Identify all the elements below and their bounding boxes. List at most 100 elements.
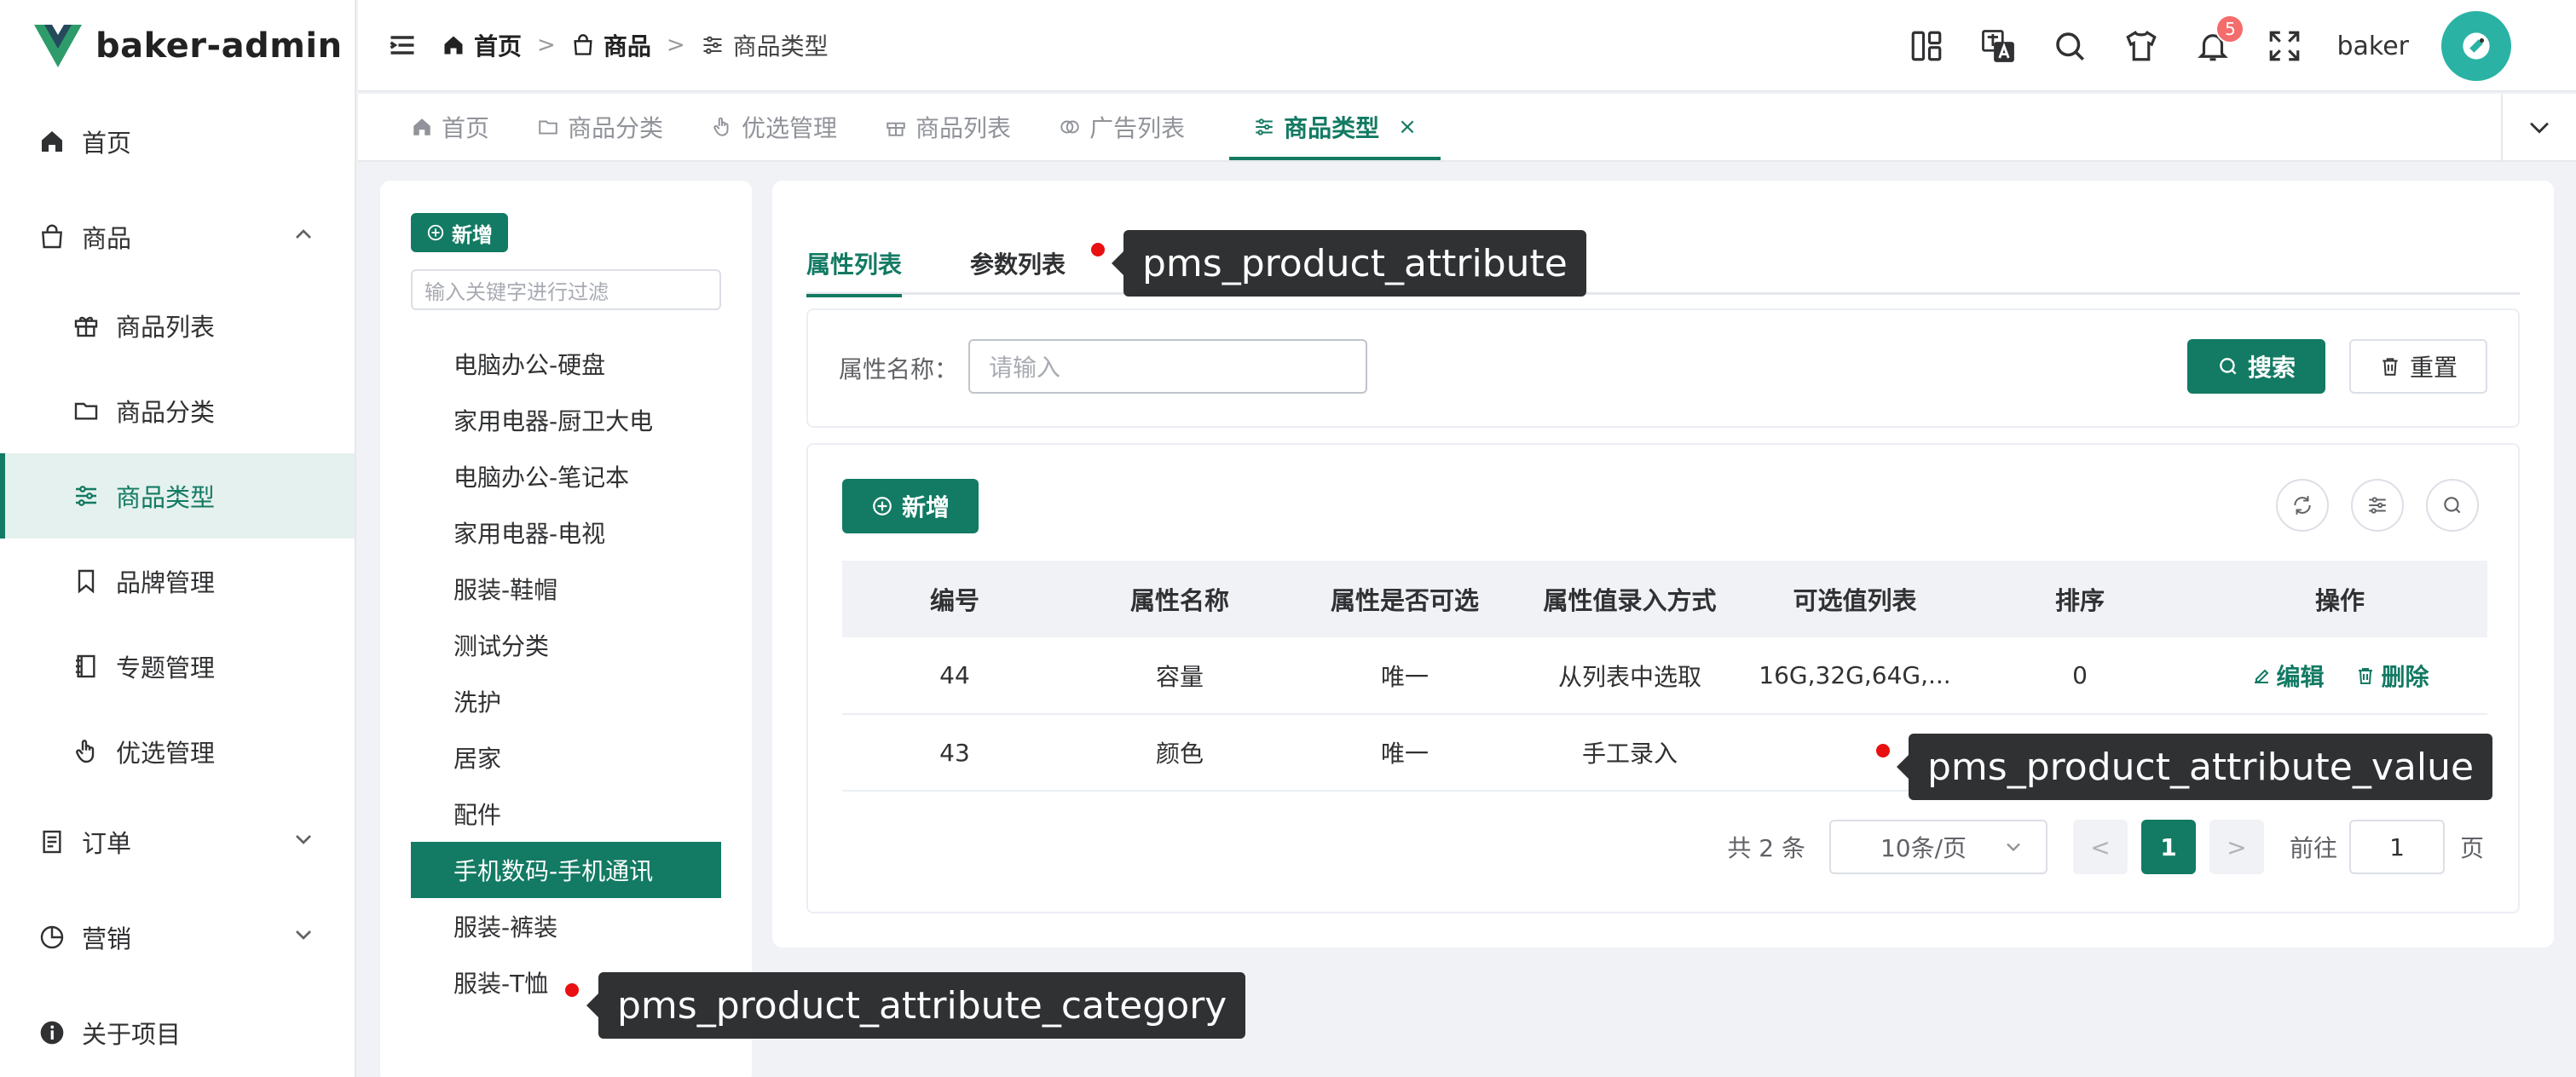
breadcrumb-separator: > bbox=[537, 32, 556, 58]
plus-circle-icon bbox=[427, 224, 444, 241]
search-toggle-icon[interactable] bbox=[2426, 479, 2479, 532]
page-jump-input[interactable]: 1 bbox=[2348, 820, 2445, 874]
shirt-icon[interactable] bbox=[2122, 26, 2161, 66]
sidebar-item-orders[interactable]: 订单 bbox=[0, 794, 355, 890]
column-header: 编号 bbox=[842, 561, 1067, 637]
attribute-tabs: 属性列表 参数列表 bbox=[806, 232, 2520, 297]
attribute-table-card: 新增 编号 属性名称 属性是否可选 属性值录入方式 可选值列表 排序 操作 44 bbox=[806, 443, 2520, 913]
pagination-total: 共 2 条 bbox=[1727, 834, 1805, 862]
bookmark-icon bbox=[72, 567, 101, 596]
sidebar-item-marketing[interactable]: 营销 bbox=[0, 890, 355, 985]
breadcrumb: 首页 > 商品 > 商品类型 bbox=[442, 28, 829, 62]
sidebar-item-topic[interactable]: 专题管理 bbox=[0, 624, 355, 709]
next-page-button[interactable]: > bbox=[2209, 820, 2264, 874]
tags-dropdown-icon[interactable] bbox=[2501, 94, 2576, 160]
sidebar-item-product-type[interactable]: 商品类型 bbox=[0, 453, 355, 538]
sliders-icon bbox=[703, 36, 722, 55]
breadcrumb-products[interactable]: 商品 bbox=[571, 28, 651, 62]
tree-item[interactable]: 居家 bbox=[411, 729, 721, 786]
pie-chart-icon bbox=[38, 923, 66, 952]
prev-page-button[interactable]: < bbox=[2072, 820, 2128, 874]
tree-item[interactable]: 洗护 bbox=[411, 673, 721, 729]
tag-product-list[interactable]: 商品列表 bbox=[861, 94, 1035, 160]
breadcrumb-label: 首页 bbox=[474, 32, 523, 60]
edit-button[interactable]: 编辑 bbox=[2251, 659, 2325, 693]
search-button[interactable]: 搜索 bbox=[2187, 339, 2325, 394]
add-attribute-button[interactable]: 新增 bbox=[842, 479, 979, 533]
cell-input-type: 从列表中选取 bbox=[1517, 637, 1742, 715]
annotation-tooltip: pms_product_attribute bbox=[1112, 230, 1586, 297]
tag-label: 首页 bbox=[442, 114, 490, 142]
sidebar-item-label: 营销 bbox=[82, 924, 132, 953]
column-header: 排序 bbox=[1967, 561, 2192, 637]
sidebar-item-product-list[interactable]: 商品列表 bbox=[0, 283, 355, 368]
page-size-value: 10条/页 bbox=[1880, 834, 1967, 862]
search-button-label: 搜索 bbox=[2247, 354, 2296, 382]
cell-input-type: 手工录入 bbox=[1517, 714, 1742, 792]
search-icon bbox=[2220, 358, 2237, 375]
sidebar-item-home[interactable]: 首页 bbox=[0, 92, 355, 191]
tag-product-type[interactable]: 商品类型 × bbox=[1229, 94, 1441, 160]
username[interactable]: baker bbox=[2336, 32, 2409, 61]
tree-item[interactable]: 电脑办公-笔记本 bbox=[411, 448, 721, 504]
delete-button[interactable]: 删除 bbox=[2355, 659, 2429, 693]
sidebar-item-products[interactable]: 商品 bbox=[0, 191, 355, 283]
tag-product-category[interactable]: 商品分类 bbox=[513, 94, 687, 160]
chevron-up-icon bbox=[290, 221, 317, 253]
translate-icon[interactable] bbox=[1978, 26, 2018, 66]
tags-view: 首页 商品分类 优选管理 商品列表 广告列表 商品类型 × bbox=[358, 94, 2576, 162]
page-size-select[interactable]: 10条/页 bbox=[1828, 820, 2048, 874]
sidebar-item-about[interactable]: 关于项目 bbox=[0, 985, 355, 1077]
tab-param-list[interactable]: 参数列表 bbox=[970, 232, 1066, 295]
tree-item-selected[interactable]: 手机数码-手机通讯 bbox=[411, 842, 721, 898]
menu-toggle-icon[interactable] bbox=[385, 28, 419, 62]
columns-settings-icon[interactable] bbox=[2351, 479, 2404, 532]
close-icon[interactable]: × bbox=[1398, 114, 1417, 140]
tree-item[interactable]: 测试分类 bbox=[411, 617, 721, 673]
logo[interactable]: baker-admin bbox=[0, 0, 355, 92]
reset-button[interactable]: 重置 bbox=[2349, 339, 2487, 394]
breadcrumb-product-type: 商品类型 bbox=[701, 28, 829, 62]
sidebar-item-label: 商品分类 bbox=[116, 398, 216, 427]
tag-preferred[interactable]: 优选管理 bbox=[687, 94, 861, 160]
tree-add-button[interactable]: 新增 bbox=[411, 213, 508, 252]
tree-item[interactable]: 家用电器-厨卫大电 bbox=[411, 392, 721, 448]
breadcrumb-home[interactable]: 首页 bbox=[442, 28, 522, 62]
attribute-name-input[interactable]: 请输入 bbox=[968, 339, 1367, 394]
ad-icon bbox=[1060, 120, 1079, 134]
tree-item[interactable]: 配件 bbox=[411, 786, 721, 842]
delete-label: 删除 bbox=[2381, 662, 2429, 691]
column-header: 可选值列表 bbox=[1742, 561, 1967, 637]
cell-name: 颜色 bbox=[1067, 714, 1292, 792]
tag-ad-list[interactable]: 广告列表 bbox=[1035, 94, 1209, 160]
refresh-icon[interactable] bbox=[2276, 479, 2329, 532]
sidebar-item-label: 首页 bbox=[82, 129, 132, 158]
sidebar-item-label: 品牌管理 bbox=[116, 568, 216, 597]
cell-actions: 编辑 删除 bbox=[2192, 637, 2487, 715]
tree-item[interactable]: 电脑办公-硬盘 bbox=[411, 336, 721, 392]
sliders-icon bbox=[1256, 118, 1273, 135]
chevron-down-icon bbox=[290, 826, 317, 858]
search-icon[interactable] bbox=[2050, 26, 2089, 66]
tag-label: 商品类型 bbox=[1284, 114, 1380, 142]
cell-values: 16G,32G,64G,... bbox=[1742, 637, 1967, 715]
tree-filter-input[interactable]: 输入关键字进行过滤 bbox=[411, 269, 721, 310]
cell-optional: 唯一 bbox=[1292, 714, 1517, 792]
page-number-button[interactable]: 1 bbox=[2140, 820, 2196, 874]
chevron-down-icon bbox=[2001, 835, 2025, 865]
tree-item[interactable]: 服装-鞋帽 bbox=[411, 561, 721, 617]
tree-item[interactable]: 家用电器-电视 bbox=[411, 504, 721, 561]
layout-icon[interactable] bbox=[1907, 26, 1946, 66]
edit-label: 编辑 bbox=[2276, 662, 2325, 691]
bell-icon[interactable]: 5 bbox=[2193, 14, 2245, 66]
info-icon bbox=[38, 1018, 66, 1047]
sidebar-item-product-category[interactable]: 商品分类 bbox=[0, 368, 355, 453]
sidebar-item-preferred[interactable]: 优选管理 bbox=[0, 709, 355, 794]
tree-filter-placeholder: 输入关键字进行过滤 bbox=[425, 279, 609, 304]
tab-attribute-list[interactable]: 属性列表 bbox=[806, 232, 903, 297]
sidebar-item-brand[interactable]: 品牌管理 bbox=[0, 538, 355, 624]
avatar[interactable] bbox=[2441, 11, 2511, 81]
fullscreen-icon[interactable] bbox=[2265, 26, 2304, 66]
tree-item[interactable]: 服装-裤装 bbox=[411, 898, 721, 954]
tag-home[interactable]: 首页 bbox=[358, 94, 513, 160]
